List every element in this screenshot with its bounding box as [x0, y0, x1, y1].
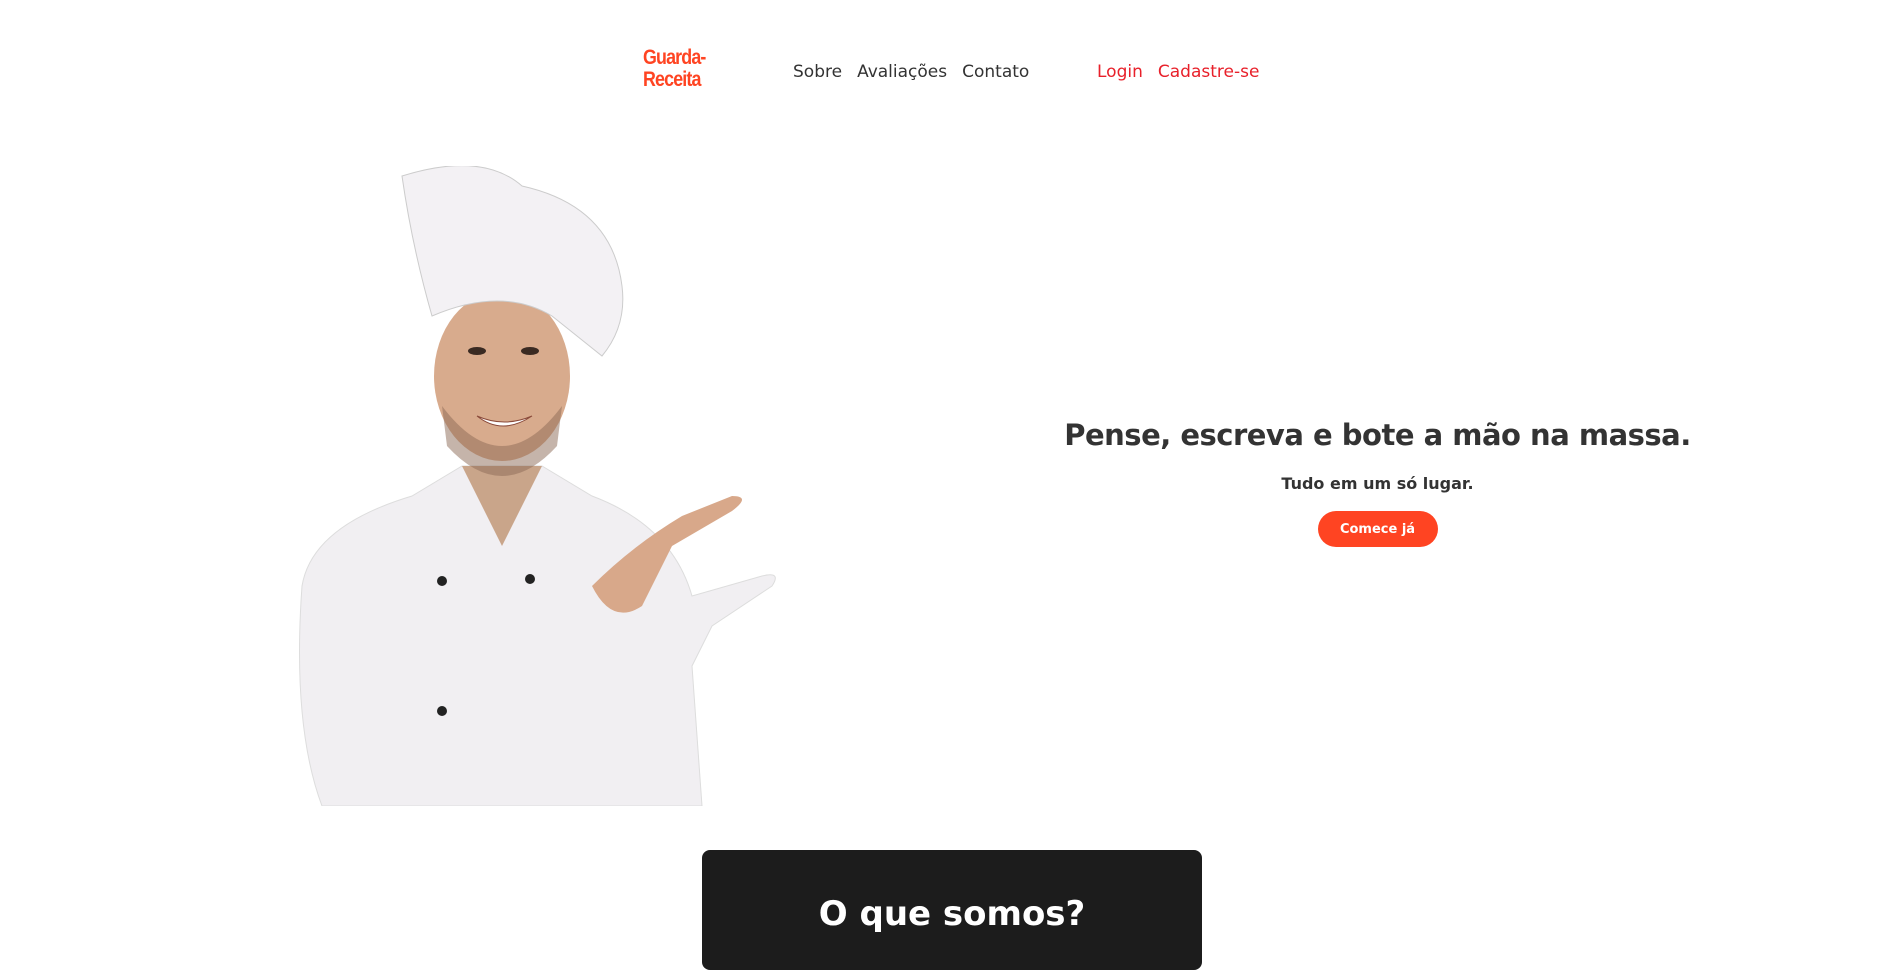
logo-line1: Guarda- — [643, 46, 706, 69]
about-section: O que somos? — [702, 850, 1202, 970]
logo-line2: Receita — [643, 68, 701, 91]
nav-avaliacoes[interactable]: Avaliações — [857, 62, 947, 82]
start-button[interactable]: Comece já — [1317, 511, 1438, 547]
nav-sobre[interactable]: Sobre — [793, 62, 842, 82]
logo[interactable]: Guarda- Receita — [643, 47, 711, 91]
about-title: O que somos? — [818, 894, 1086, 934]
login-link[interactable]: Login — [1097, 62, 1143, 82]
hero-title: Pense, escreva e bote a mão na massa. — [1064, 418, 1691, 452]
hero-text: Pense, escreva e bote a mão na massa. Tu… — [1050, 418, 1705, 547]
main-nav: Sobre Avaliações Contato — [793, 62, 1029, 82]
nav-contato[interactable]: Contato — [962, 62, 1029, 82]
hero-subtitle: Tudo em um só lugar. — [1281, 474, 1474, 493]
signup-link[interactable]: Cadastre-se — [1158, 62, 1260, 82]
chef-image — [299, 166, 776, 806]
auth-nav: Login Cadastre-se — [1097, 62, 1259, 82]
